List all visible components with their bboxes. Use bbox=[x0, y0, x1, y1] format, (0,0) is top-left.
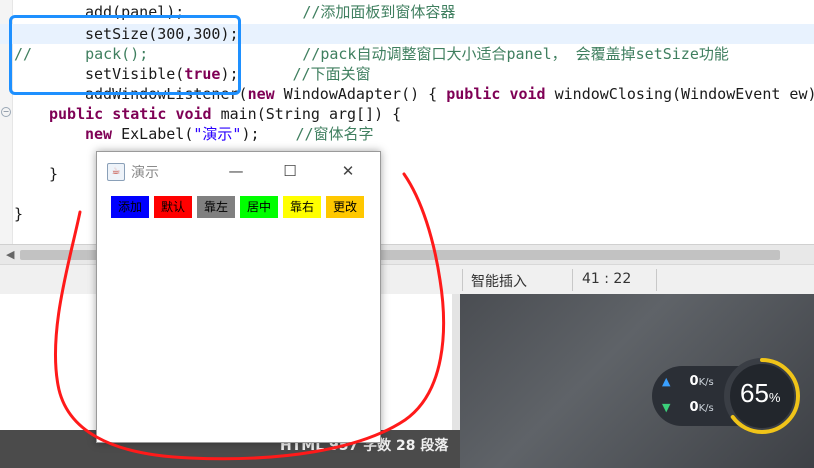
label-change: 更改 bbox=[326, 196, 364, 218]
label-center: 居中 bbox=[240, 196, 278, 218]
label-default: 默认 bbox=[154, 196, 192, 218]
maximize-button[interactable]: ☐ bbox=[275, 160, 305, 182]
label-row: 添加 默认 靠左 居中 靠右 更改 bbox=[111, 196, 371, 220]
insert-mode-status: 智能插入 bbox=[471, 274, 527, 290]
upload-speed: ▲ 0K/s bbox=[662, 374, 714, 389]
upload-arrow-icon: ▲ bbox=[662, 375, 671, 388]
close-button[interactable]: ✕ bbox=[333, 160, 363, 182]
window-titlebar[interactable]: ☕ 演示 — ☐ ✕ bbox=[97, 152, 380, 190]
label-left: 靠左 bbox=[197, 196, 235, 218]
status-separator bbox=[572, 269, 573, 291]
status-separator bbox=[462, 269, 463, 291]
minimize-button[interactable]: — bbox=[221, 160, 251, 182]
download-speed: ▼ 0K/s bbox=[662, 400, 714, 415]
label-right: 靠右 bbox=[283, 196, 321, 218]
cursor-position: 41 : 22 bbox=[582, 271, 632, 287]
window-title: 演示 bbox=[131, 165, 159, 181]
download-arrow-icon: ▼ bbox=[662, 401, 671, 414]
code-line-6: public static void main(String arg[]) { bbox=[49, 105, 402, 123]
highlight-callout-box bbox=[9, 15, 241, 95]
scroll-left-icon[interactable]: ◀ bbox=[6, 248, 14, 261]
status-separator bbox=[656, 269, 657, 291]
code-line-9: } bbox=[14, 205, 24, 223]
gauge-percentage: 65% bbox=[740, 378, 781, 408]
code-line-7: new ExLabel("演示");//窗体名字 bbox=[85, 125, 374, 143]
java-app-icon: ☕ bbox=[107, 163, 125, 181]
code-line-8: } bbox=[49, 165, 59, 183]
label-add: 添加 bbox=[111, 196, 149, 218]
demo-window[interactable]: ☕ 演示 — ☐ ✕ 添加 默认 靠左 居中 靠右 更改 bbox=[96, 151, 381, 443]
fold-icon[interactable]: − bbox=[1, 107, 11, 117]
